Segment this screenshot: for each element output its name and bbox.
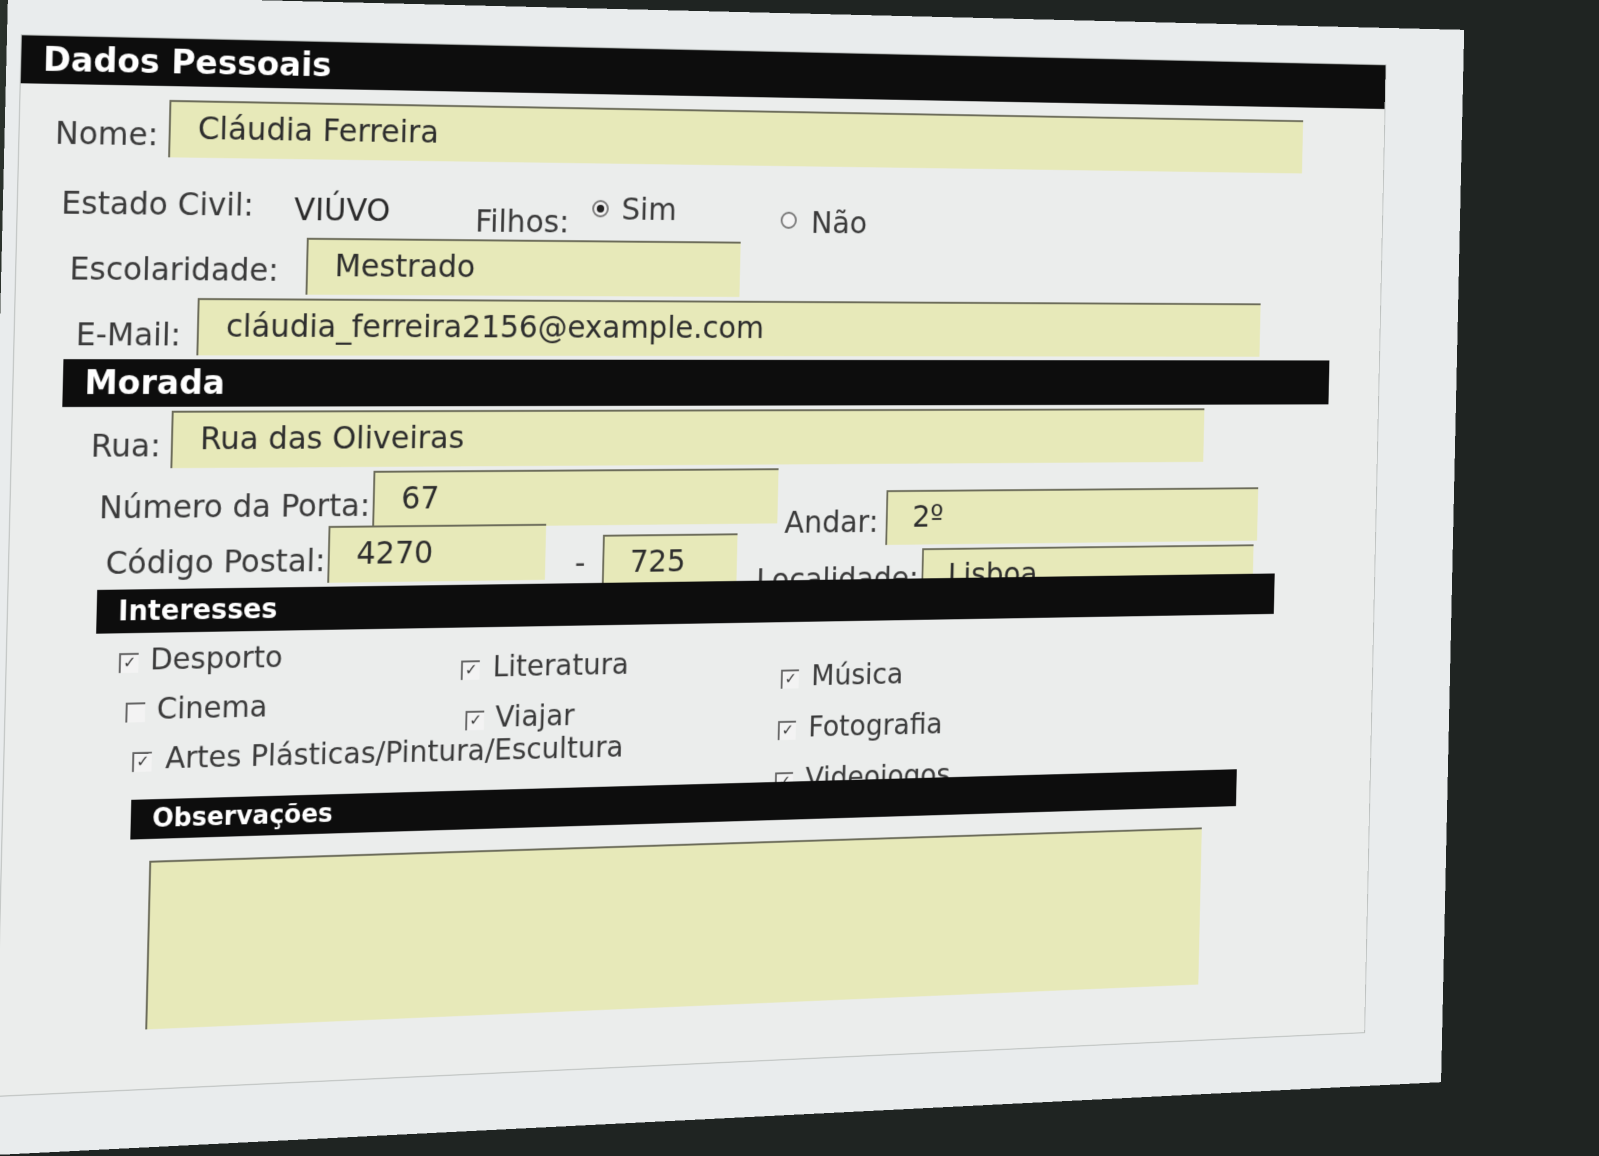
name-field[interactable]: Cláudia Ferreira xyxy=(168,99,1304,174)
education-label: Escolaridade: xyxy=(69,249,280,289)
children-no-label: Não xyxy=(810,204,868,241)
interest-checkbox-viajar[interactable]: ✓ xyxy=(465,710,485,731)
children-no-radio[interactable] xyxy=(780,211,798,229)
interest-checkbox-cinema[interactable] xyxy=(125,702,146,723)
interest-label-artes: Artes Plásticas/Pintura/Escultura xyxy=(164,730,624,777)
children-yes-radio[interactable] xyxy=(592,199,609,218)
name-label: Nome: xyxy=(54,113,159,154)
postal-code-separator: - xyxy=(574,544,586,582)
interest-label-literatura: Literatura xyxy=(492,647,630,685)
section-header-interests: Interesses xyxy=(96,573,1275,634)
interest-label-viajar: Viajar xyxy=(494,698,575,735)
email-label: E-Mail: xyxy=(75,315,182,354)
interest-label-cinema: Cinema xyxy=(156,689,268,727)
interest-label-desporto: Desporto xyxy=(149,640,283,678)
interest-checkbox-musica[interactable]: ✓ xyxy=(780,669,799,689)
interest-label-fotografia: Fotografia xyxy=(807,707,943,745)
street-label: Rua: xyxy=(90,426,162,465)
section-header-personal: Dados Pessoais xyxy=(20,35,1386,110)
registration-form: Dados Pessoais Nome: Cláudia Ferreira Es… xyxy=(0,34,1387,1097)
postal-code-label: Código Postal: xyxy=(105,541,326,582)
door-number-label: Número da Porta: xyxy=(98,486,371,527)
interest-checkbox-desporto[interactable]: ✓ xyxy=(118,652,139,674)
interest-checkbox-literatura[interactable]: ✓ xyxy=(460,660,480,681)
screen: Dados Pessoais Nome: Cláudia Ferreira Es… xyxy=(0,0,1465,1156)
section-header-notes: Observações xyxy=(130,769,1237,840)
interest-checkbox-artes[interactable]: ✓ xyxy=(131,751,152,773)
floor-label: Andar: xyxy=(784,503,879,541)
email-field[interactable]: cláudia_ferreira2156@example.com xyxy=(196,298,1261,357)
notes-textarea[interactable] xyxy=(145,827,1202,1030)
education-field[interactable]: Mestrado xyxy=(305,237,741,297)
children-yes-label: Sim xyxy=(621,190,678,228)
floor-field[interactable]: 2º xyxy=(885,487,1259,545)
children-label: Filhos: xyxy=(474,202,570,241)
interest-label-musica: Música xyxy=(810,657,904,693)
section-header-address: Morada xyxy=(62,359,1330,408)
civil-status-label: Estado Civil: xyxy=(60,183,255,224)
postal-code-part1-field[interactable]: 4270 xyxy=(327,523,547,583)
civil-status-value: VIÚVO xyxy=(293,190,391,229)
interest-checkbox-fotografia[interactable]: ✓ xyxy=(777,720,797,741)
street-field[interactable]: Rua das Oliveiras xyxy=(170,408,1205,469)
door-number-field[interactable]: 67 xyxy=(372,468,779,528)
